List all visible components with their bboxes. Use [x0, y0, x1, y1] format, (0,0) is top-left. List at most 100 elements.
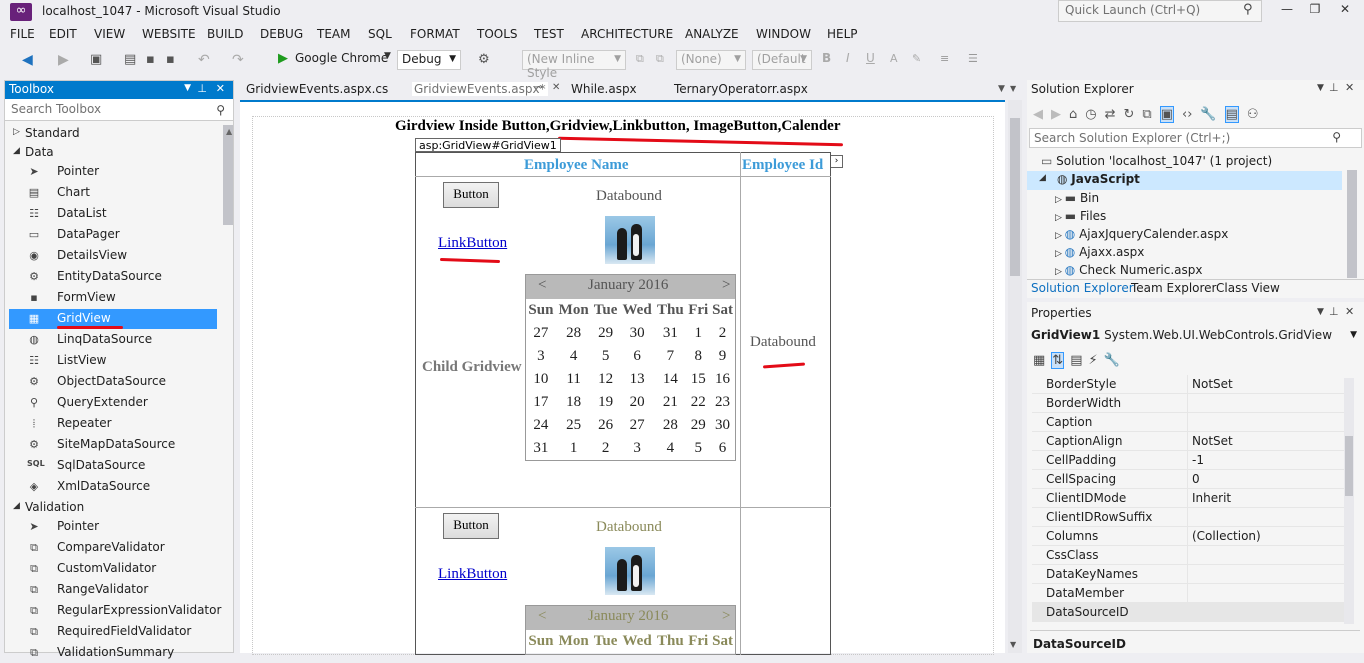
calendar-day[interactable]: 6 [620, 345, 655, 368]
scroll-up-icon[interactable]: ▲ [226, 127, 232, 136]
pin-icon[interactable]: ⊥ [1329, 81, 1339, 94]
calendar-prev[interactable]: < [538, 277, 546, 294]
toolbox-item-datapager[interactable]: ▭ DataPager [5, 225, 219, 245]
grid-button[interactable]: Button [443, 182, 499, 208]
tab-ternaryoperatorr-aspx[interactable]: TernaryOperatorr.aspx [674, 82, 808, 96]
view-code-icon[interactable]: ‹› [1182, 107, 1192, 122]
toolbox-item-formview[interactable]: ▪ FormView [5, 288, 219, 308]
properties-wrench-icon[interactable]: 🔧 [1200, 107, 1216, 122]
calendar-day[interactable]: 18 [556, 391, 592, 414]
calendar-day[interactable]: 26 [592, 414, 620, 437]
scroll-up-icon[interactable]: ▼ [1010, 84, 1016, 93]
menu-format[interactable]: FORMAT [410, 27, 460, 41]
property-row[interactable]: DataMember [1032, 584, 1354, 603]
smart-tag-icon[interactable]: › [830, 155, 843, 168]
solution-search-input[interactable]: Search Solution Explorer (Ctrl+;) ⚲ [1029, 128, 1362, 148]
calendar-day[interactable]: 6 [710, 437, 735, 460]
toolbox-item-pointer[interactable]: ➤ Pointer [5, 517, 219, 537]
chevron-down-icon[interactable]: ▼ [1317, 307, 1324, 317]
calendar-day[interactable]: 7 [654, 345, 686, 368]
calendar-next[interactable]: > [722, 277, 730, 294]
restore-button[interactable]: ❐ [1304, 2, 1326, 20]
bold-icon[interactable]: B [822, 51, 831, 65]
menu-website[interactable]: WEBSITE [142, 27, 196, 41]
target-dropdown[interactable]: (None) ▼ [676, 50, 746, 70]
tab-gridviewevents-cs[interactable]: GridviewEvents.aspx.cs [246, 82, 388, 96]
open-file-icon[interactable]: ▤ [124, 52, 136, 67]
chevron-down-icon[interactable]: ▼ [384, 51, 391, 61]
calendar-day[interactable]: 21 [654, 391, 686, 414]
menu-window[interactable]: WINDOW [756, 27, 811, 41]
solution-scrollbar[interactable] [1347, 170, 1357, 278]
history-icon[interactable]: ◷ [1085, 107, 1096, 122]
property-value[interactable]: NotSet [1192, 434, 1233, 448]
class-diagram-icon[interactable]: ⚇ [1247, 107, 1259, 122]
new-project-icon[interactable]: ▣ [90, 52, 102, 67]
close-icon[interactable]: ✕ [1345, 305, 1354, 318]
designer-scrollbar[interactable] [1008, 100, 1022, 653]
categorized-icon[interactable]: ▦ [1033, 353, 1045, 368]
solution-node[interactable]: ▭ Solution 'localhost_1047' (1 project) [1041, 154, 1272, 168]
property-row[interactable]: BorderWidth [1032, 394, 1354, 413]
category-validation[interactable]: ◢ Validation [5, 499, 219, 517]
penguin-image[interactable] [605, 547, 655, 595]
property-row[interactable]: DataSourceID [1032, 603, 1354, 622]
calendar-day[interactable]: 8 [686, 345, 710, 368]
property-value[interactable]: -1 [1192, 453, 1204, 467]
show-all-files-icon[interactable]: ▣ [1159, 106, 1175, 123]
forward-icon[interactable]: ▶ [1051, 107, 1061, 122]
property-row[interactable]: BorderStyle NotSet [1032, 375, 1354, 394]
attach-icon[interactable]: ⚙ [478, 52, 490, 67]
style-dropdown[interactable]: (New Inline Style ▼ [522, 50, 626, 80]
calendar-day[interactable]: 12 [592, 368, 620, 391]
calendar-day[interactable]: 4 [556, 345, 592, 368]
calendar-day[interactable]: 30 [710, 414, 735, 437]
tree-item-ajaxx[interactable]: ▷ ◍ Ajaxx.aspx [1055, 245, 1144, 259]
calendar-day[interactable]: 3 [620, 437, 655, 460]
menu-file[interactable]: FILE [10, 27, 35, 41]
properties-icon[interactable]: ▤ [1070, 353, 1082, 368]
config-dropdown[interactable]: Debug ▼ [397, 50, 461, 70]
property-row[interactable]: CssClass [1032, 546, 1354, 565]
calendar-day[interactable]: 9 [710, 345, 735, 368]
calendar-day[interactable]: 5 [592, 345, 620, 368]
calendar-day[interactable]: 28 [556, 322, 592, 345]
calendar-day[interactable]: 31 [526, 437, 556, 460]
calendar-day[interactable]: 5 [686, 437, 710, 460]
menu-analyze[interactable]: ANALYZE [685, 27, 739, 41]
collapse-all-icon[interactable]: ⧉ [1142, 107, 1151, 122]
tab-solution-explorer[interactable]: Solution Explorer [1031, 281, 1134, 295]
tab-team-explorer[interactable]: Team Explorer [1131, 281, 1217, 295]
category-standard[interactable]: ▷ Standard [5, 125, 219, 143]
property-value[interactable]: Inherit [1192, 491, 1231, 505]
close-icon[interactable]: ✕ [216, 82, 225, 95]
category-data[interactable]: ◢ Data [5, 144, 219, 162]
property-row[interactable]: Columns (Collection) [1032, 527, 1354, 546]
search-icon[interactable]: ⚲ [1332, 130, 1341, 144]
toolbox-item-sqldatasource[interactable]: SQL SqlDataSource [5, 456, 219, 476]
preview-icon[interactable]: ▤ [1224, 106, 1239, 123]
toolbox-item-rangevalidator[interactable]: ⧉ RangeValidator [5, 580, 219, 600]
chevron-down-icon[interactable]: ▼ [184, 83, 191, 93]
tab-gridviewevents-aspx[interactable]: GridviewEvents.aspx* [412, 82, 548, 96]
calendar-prev[interactable]: < [538, 608, 546, 625]
toolbox-item-pointer[interactable]: ➤ Pointer [5, 162, 219, 182]
toolbox-item-requiredfieldvalidator[interactable]: ⧉ RequiredFieldValidator [5, 622, 219, 642]
save-all-icon[interactable]: ▪ [166, 52, 175, 67]
calendar-day[interactable]: 1 [686, 322, 710, 345]
menu-sql[interactable]: SQL [368, 27, 392, 41]
object-selector[interactable]: GridView1 System.Web.UI.WebControls.Grid… [1031, 328, 1361, 346]
calendar-day[interactable]: 1 [556, 437, 592, 460]
property-row[interactable]: CaptionAlign NotSet [1032, 432, 1354, 451]
calendar-day[interactable]: 10 [526, 368, 556, 391]
toolbox-item-entitydatasource[interactable]: ⚙ EntityDataSource [5, 267, 219, 287]
toolbox-item-sitemapdatasource[interactable]: ⚙ SiteMapDataSource [5, 435, 219, 455]
menu-edit[interactable]: EDIT [49, 27, 77, 41]
property-row[interactable]: CellPadding -1 [1032, 451, 1354, 470]
calendar-day[interactable]: 31 [654, 322, 686, 345]
link-button[interactable]: LinkButton [438, 235, 507, 252]
chevron-down-icon[interactable]: ▼ [998, 84, 1005, 94]
calendar-day[interactable]: 17 [526, 391, 556, 414]
highlight-icon[interactable]: ✎ [912, 52, 921, 65]
style-icon[interactable]: ⧉ [636, 52, 644, 66]
